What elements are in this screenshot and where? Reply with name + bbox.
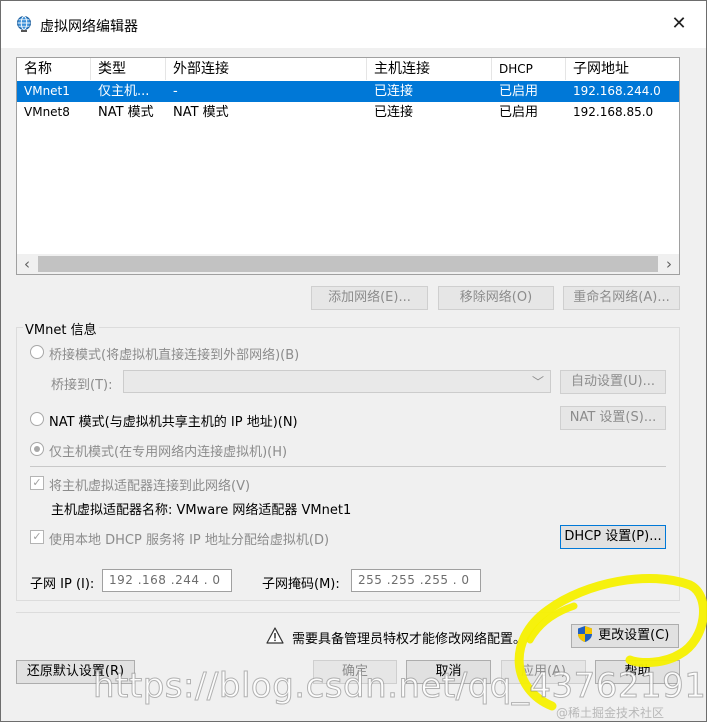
subnet-mask-label: 子网掩码(M): [262,577,340,592]
divider [16,612,680,613]
row-type: NAT 模式 [98,105,154,120]
virtual-network-editor-window: 虚拟网络编辑器 ✕ 名称 类型 外部连接 主机连接 DHCP 子网地址 VMne… [0,0,707,722]
row-external: NAT 模式 [173,105,229,120]
connect-adapter-label: 将主机虚拟适配器连接到此网络(V) [49,479,251,494]
host-only-mode-label: 仅主机模式(在专用网络内连接虚拟机)(H) [49,445,288,460]
row-dhcp: 已启用 [499,84,539,99]
adapter-name-text: 主机虚拟适配器名称: VMware 网络适配器 VMnet1 [51,503,352,518]
window-title: 虚拟网络编辑器 [40,19,138,35]
chevron-down-icon: ﹀ [531,375,544,389]
use-dhcp-label: 使用本地 DHCP 服务将 IP 地址分配给虚拟机(D) [49,533,330,548]
subnet-ip-field[interactable]: 192 .168 .244 . 0 [102,569,232,592]
column-header-subnet[interactable]: 子网地址 [566,58,679,80]
row-type: 仅主机... [98,84,150,99]
row-host: 已连接 [374,105,414,120]
add-network-button[interactable]: 添加网络(E)... [311,286,428,310]
subnet-ip-label: 子网 IP (I): [30,577,95,592]
scroll-left-icon[interactable]: ‹ [17,254,37,274]
auto-settings-button[interactable]: 自动设置(U)... [560,370,666,394]
host-only-mode-radio[interactable] [30,442,44,456]
warning-icon [266,627,284,644]
change-settings-label: 更改设置(C) [598,628,670,643]
column-header-external[interactable]: 外部连接 [166,58,367,80]
rename-network-button[interactable]: 重命名网络(A)... [563,286,680,310]
bridge-to-label: 桥接到(T): [51,378,113,393]
bridge-mode-label: 桥接模式(将虚拟机直接连接到外部网络)(B) [49,348,300,363]
bridge-to-select[interactable]: ﹀ [123,370,551,393]
close-icon[interactable]: ✕ [666,11,692,37]
table-row[interactable]: VMnet1 仅主机... - 已连接 已启用 192.168.244.0 [17,81,679,102]
separator [30,466,666,467]
subnet-mask-field[interactable]: 255 .255 .255 . 0 [351,569,481,592]
bridge-mode-radio[interactable] [30,345,44,359]
watermark-source: @稀土掘金技术社区 [556,706,665,720]
column-header-name[interactable]: 名称 [17,58,91,80]
row-name: VMnet8 [24,105,70,119]
nat-mode-label: NAT 模式(与虚拟机共享主机的 IP 地址)(N) [49,415,298,430]
vmnet-info-label: VMnet 信息 [23,319,99,338]
column-header-type[interactable]: 类型 [91,58,166,80]
row-external: - [173,84,178,99]
row-subnet: 192.168.85.0 [573,105,654,119]
row-host: 已连接 [374,84,414,99]
use-dhcp-checkbox[interactable]: ✓ [30,530,44,544]
scroll-right-icon[interactable]: › [659,254,679,274]
scrollbar-thumb[interactable] [38,256,658,272]
remove-network-button[interactable]: 移除网络(O) [438,286,554,310]
connect-adapter-checkbox[interactable]: ✓ [30,476,44,490]
column-header-host[interactable]: 主机连接 [367,58,492,80]
globe-network-icon [17,16,31,32]
row-dhcp: 已启用 [499,105,539,120]
title-bar: 虚拟网络编辑器 ✕ [1,1,706,48]
nat-settings-button[interactable]: NAT 设置(S)... [560,406,666,430]
watermark-url: https://blog.csdn.net/qq_43762191 [92,666,707,707]
table-row[interactable]: VMnet8 NAT 模式 NAT 模式 已连接 已启用 192.168.85.… [17,102,679,123]
admin-notice-text: 需要具备管理员特权才能修改网络配置。 [292,632,527,647]
uac-shield-icon [578,626,592,642]
dhcp-settings-button[interactable]: DHCP 设置(P)... [560,525,666,549]
column-header-dhcp[interactable]: DHCP [492,58,566,80]
row-subnet: 192.168.244.0 [573,84,661,98]
nat-mode-radio[interactable] [30,412,44,426]
vmnet-info-group [16,327,680,601]
change-settings-button[interactable]: 更改设置(C) [571,624,679,648]
network-list-header: 名称 类型 外部连接 主机连接 DHCP 子网地址 [17,58,679,80]
network-list[interactable]: 名称 类型 外部连接 主机连接 DHCP 子网地址 VMnet1 仅主机... … [16,57,680,275]
row-name: VMnet1 [24,84,70,98]
horizontal-scrollbar[interactable]: ‹ › [17,254,679,274]
